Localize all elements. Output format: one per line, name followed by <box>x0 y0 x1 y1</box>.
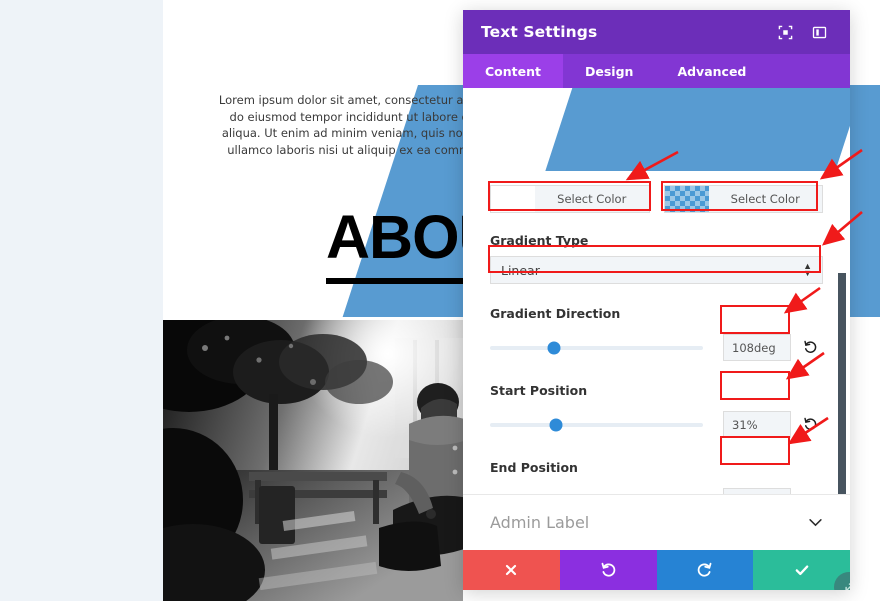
gradient-direction-slider[interactable] <box>490 341 703 354</box>
start-position-reset-icon[interactable] <box>797 417 823 432</box>
gradient-preview-area <box>463 88 850 171</box>
undo-icon <box>601 562 615 577</box>
gradient-color-1-picker[interactable]: Select Color <box>490 185 650 213</box>
check-icon <box>795 565 808 576</box>
modal-header: Text Settings <box>463 10 850 54</box>
color-2-label: Select Color <box>730 192 800 206</box>
tab-content[interactable]: Content <box>463 54 563 88</box>
modal-tabs[interactable]: Content Design Advanced <box>463 54 850 88</box>
gradient-type-select[interactable]: Linear ▲ ▼ <box>490 256 823 284</box>
gradient-color-2-picker[interactable]: Select Color <box>663 185 823 213</box>
tab-design[interactable]: Design <box>563 54 655 88</box>
gradient-type-label: Gradient Type <box>490 233 589 248</box>
settings-fields: Select Color Select Color Gradient Type … <box>463 171 850 515</box>
gradient-direction-value[interactable]: 108deg <box>723 334 791 361</box>
redo-button[interactable] <box>656 550 754 590</box>
fullscreen-icon[interactable] <box>772 19 798 45</box>
gradient-preview-shape <box>545 88 850 171</box>
gradient-direction-reset-icon[interactable] <box>797 340 823 355</box>
start-position-value[interactable]: 31% <box>723 411 791 438</box>
gradient-direction-control: 108deg <box>463 334 850 361</box>
layout-panel-icon[interactable] <box>806 19 832 45</box>
hero-photo <box>163 320 463 601</box>
gradient-direction-label: Gradient Direction <box>490 306 621 321</box>
modal-body: Select Color Select Color Gradient Type … <box>463 88 850 550</box>
close-icon <box>506 564 517 576</box>
resize-arrows-icon <box>844 582 850 590</box>
cancel-button[interactable] <box>463 550 560 590</box>
redo-icon <box>698 562 712 577</box>
gradient-type-value: Linear <box>501 262 540 278</box>
admin-label-title: Admin Label <box>490 513 590 532</box>
gradient-direction-slider-knob[interactable] <box>547 341 561 354</box>
modal-footer <box>463 550 850 590</box>
color-swatch-2 <box>664 186 709 212</box>
start-position-slider-knob[interactable] <box>549 418 563 431</box>
text-settings-modal[interactable]: Text Settings Content Design Advanced Se… <box>463 10 850 590</box>
chevron-down-icon[interactable] <box>808 515 823 530</box>
gradient-colors-row: Select Color Select Color <box>463 185 850 213</box>
screen: Lorem ipsum dolor sit amet, consectetur … <box>0 0 880 601</box>
tab-advanced[interactable]: Advanced <box>655 54 768 88</box>
start-position-control: 31% <box>463 411 850 438</box>
end-position-label: End Position <box>490 460 578 475</box>
modal-title: Text Settings <box>481 23 598 41</box>
select-stepper-icon: ▲ ▼ <box>803 261 812 278</box>
color-swatch-1 <box>491 186 535 212</box>
start-position-slider[interactable] <box>490 418 703 431</box>
photo-graphic <box>163 320 463 601</box>
undo-button[interactable] <box>559 550 657 590</box>
color-1-label: Select Color <box>557 192 627 206</box>
admin-label-section[interactable]: Admin Label <box>463 494 850 550</box>
start-position-label: Start Position <box>490 383 588 398</box>
